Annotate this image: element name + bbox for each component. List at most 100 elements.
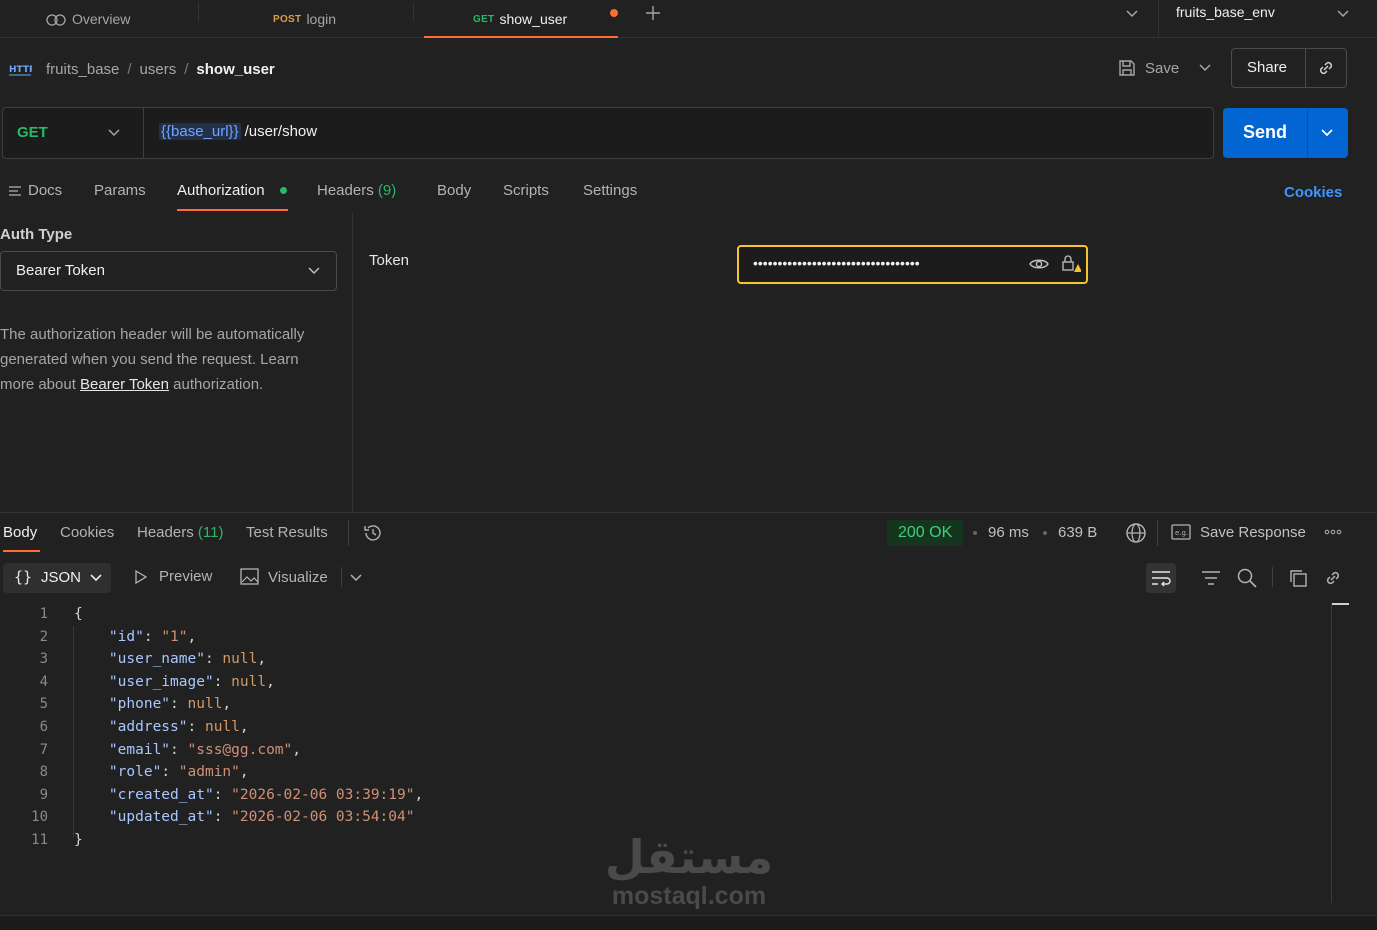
breadcrumb-collection[interactable]: fruits_base (46, 61, 119, 78)
tab-show-user[interactable]: GET show_user (473, 0, 567, 38)
scrollbar-thumb[interactable] (1332, 603, 1349, 605)
chevron-down-icon (90, 574, 102, 582)
wrap-lines-button[interactable] (1146, 563, 1176, 593)
environment-selector[interactable]: fruits_base_env (1176, 4, 1275, 20)
save-label: Save (1145, 59, 1180, 77)
save-button[interactable]: Save (1117, 58, 1179, 78)
share-button[interactable]: Share (1247, 59, 1287, 76)
image-icon (240, 568, 259, 585)
overview-icon (46, 12, 66, 26)
tab-headers[interactable]: Headers (9) (317, 181, 396, 201)
auth-type-value: Bearer Token (16, 262, 105, 279)
response-tab-cookies[interactable]: Cookies (60, 523, 114, 543)
save-response-button[interactable]: e.g. Save Response (1171, 523, 1306, 541)
copy-response-link-button[interactable] (1323, 568, 1343, 588)
save-response-icon: e.g. (1171, 524, 1191, 540)
visualize-button[interactable]: Visualize (240, 568, 328, 586)
response-time[interactable]: 96 ms (988, 524, 1029, 541)
link-icon (1319, 61, 1333, 75)
line-number: 5 (39, 696, 48, 713)
bearer-token-link[interactable]: Bearer Token (80, 376, 169, 393)
visualize-options-button[interactable] (349, 572, 363, 584)
preview-label: Preview (159, 568, 213, 585)
url-path: /user/show (244, 123, 318, 140)
json-value: "2026-02-06 03:39:19" (231, 786, 415, 803)
code-line: "user_name": null, (108, 651, 267, 668)
auth-type-select[interactable]: Bearer Token (0, 251, 337, 291)
show-token-button[interactable] (1029, 256, 1049, 272)
tab-params[interactable]: Params (94, 181, 146, 201)
tab-authorization[interactable]: Authorization (177, 181, 265, 201)
send-button-group: Send (1223, 108, 1348, 158)
new-tab-button[interactable] (644, 4, 662, 22)
globe-icon (1126, 523, 1146, 543)
tabs-dropdown-button[interactable] (1124, 6, 1140, 20)
chevron-down-icon (1126, 10, 1138, 18)
auth-active-dot (280, 187, 287, 194)
tab-body[interactable]: Body (437, 181, 471, 201)
copy-link-button[interactable] (1316, 58, 1336, 78)
chevron-down-icon (1337, 10, 1349, 18)
tab-label: Overview (72, 11, 131, 27)
json-key: "phone" (108, 696, 171, 713)
format-select[interactable]: {} JSON (3, 563, 111, 593)
tab-label: login (306, 11, 337, 27)
link-icon (1326, 571, 1340, 585)
copy-button[interactable] (1288, 568, 1308, 588)
send-button[interactable]: Send (1243, 122, 1287, 143)
more-icon (1324, 529, 1342, 535)
method-select[interactable]: GET (17, 124, 48, 141)
breadcrumb: HTTP fruits_base / users / show_user (8, 60, 275, 78)
network-button[interactable] (1125, 522, 1147, 544)
tab-docs[interactable]: Docs (28, 181, 62, 201)
headers-count: (9) (377, 182, 397, 199)
code-line: "created_at": "2026-02-06 03:39:19", (108, 786, 424, 803)
breadcrumb-folder[interactable]: users (140, 61, 177, 78)
search-icon (1237, 568, 1257, 588)
response-tab-headers[interactable]: Headers (11) (137, 523, 223, 543)
tab-login[interactable]: POST login (273, 0, 336, 38)
filter-button[interactable] (1201, 569, 1221, 587)
search-button[interactable] (1237, 568, 1257, 588)
tab-overview[interactable]: Overview (46, 0, 130, 38)
chevron-down-icon (108, 129, 120, 137)
send-options-button[interactable] (1319, 127, 1335, 139)
save-options-button[interactable] (1197, 62, 1213, 74)
environment-dropdown[interactable] (1335, 6, 1351, 20)
code-line: { (74, 606, 83, 622)
scrollbar-track[interactable] (1331, 603, 1332, 903)
code-line: "address": null, (108, 719, 249, 735)
auth-desc-line: more about (0, 376, 81, 393)
line-number: 7 (39, 741, 48, 758)
line-number: 8 (39, 764, 48, 781)
json-key: "address" (108, 719, 188, 735)
token-input[interactable]: •••••••••••••••••••••••••••••••••• (737, 245, 1088, 284)
response-headers-label: Headers (137, 524, 194, 541)
json-value: "1" (161, 628, 188, 645)
response-tab-tests[interactable]: Test Results (246, 523, 328, 543)
status-badge[interactable]: 200 OK (887, 520, 964, 546)
http-icon: HTTP (8, 60, 32, 78)
response-size[interactable]: 639 B (1058, 524, 1097, 541)
auth-description: The authorization header will be automat… (0, 322, 340, 397)
json-key: "role" (108, 764, 162, 781)
line-number: 9 (39, 786, 48, 803)
code-line: } (74, 832, 83, 848)
lock-warning-icon[interactable] (1061, 254, 1081, 274)
tab-settings[interactable]: Settings (583, 181, 637, 201)
more-options-button[interactable] (1324, 526, 1342, 538)
history-button[interactable] (363, 523, 383, 543)
active-request-tab-indicator (177, 209, 288, 211)
preview-button[interactable]: Preview (133, 568, 212, 585)
breadcrumb-request[interactable]: show_user (196, 61, 274, 78)
code-line: "user_image": null, (108, 673, 275, 690)
tab-scripts[interactable]: Scripts (503, 181, 549, 201)
url-input[interactable]: {{base_url}} /user/show (159, 123, 317, 140)
method-dropdown[interactable] (107, 127, 121, 139)
line-number: 1 (39, 606, 48, 622)
response-tab-body[interactable]: Body (3, 523, 37, 543)
cookies-link[interactable]: Cookies (1284, 183, 1342, 203)
url-variable: {{base_url}} (159, 123, 241, 140)
unsaved-dot (610, 9, 618, 17)
url-bar: GET {{base_url}} /user/show (2, 107, 1214, 159)
